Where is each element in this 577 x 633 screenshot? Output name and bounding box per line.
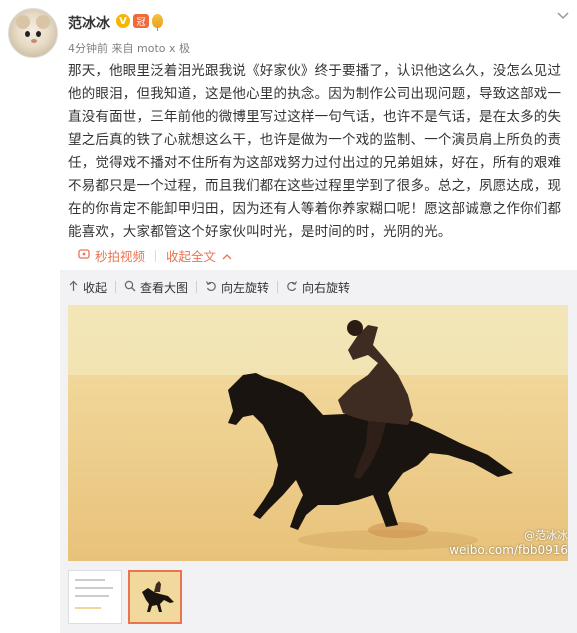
rotate-right-label: 向右旋转 — [302, 280, 351, 295]
rotate-right-icon — [286, 280, 298, 295]
horse-rider-image — [68, 305, 568, 561]
post-text-actions: 秒拍视频 收起全文 — [78, 246, 232, 265]
divider — [155, 249, 157, 262]
collapse-image-label: 收起 — [83, 280, 108, 295]
thumbnail-text-line — [75, 595, 109, 597]
avatar-ear — [36, 15, 50, 29]
arrow-up-icon — [68, 280, 79, 295]
post-text: 那天，他眼里泛着泪光跟我说《好家伙》终于要播了，认识他这么久，没怎么见过他的眼泪… — [68, 63, 562, 240]
rotate-left-label: 向左旋转 — [221, 280, 270, 295]
thumbnail-text-line — [75, 587, 113, 589]
video-link[interactable]: 秒拍视频 — [95, 246, 145, 265]
view-large-button[interactable]: 查看大图 — [116, 279, 196, 296]
post-menu-chevron-down-icon[interactable] — [557, 10, 569, 23]
post-meta: 4分钟前 来自 moto x 极 — [68, 40, 190, 56]
avatar-eye — [25, 31, 30, 37]
balloon-badge-icon[interactable] — [152, 14, 163, 31]
collapse-image-button[interactable]: 收起 — [60, 279, 115, 296]
thumbnail-2-selected[interactable] — [128, 570, 182, 624]
post-photo[interactable]: @范冰冰 weibo.com/fbb0916 — [68, 305, 568, 561]
collapse-text-link[interactable]: 收起全文 — [166, 246, 216, 265]
view-large-label: 查看大图 — [140, 280, 189, 295]
thumbnail-image-mini — [75, 607, 101, 609]
watermark-url: weibo.com/fbb0916 — [449, 543, 568, 557]
avatar-ear — [16, 15, 30, 29]
post-time-link[interactable]: 4分钟前 — [68, 42, 108, 55]
thumbnail-strip — [68, 570, 182, 624]
avatar-nose — [31, 39, 37, 43]
rotate-left-icon — [205, 280, 217, 295]
image-toolbar: 收起 查看大图 向左旋转 向右旋转 — [60, 276, 358, 298]
user-badges: V 冠 — [116, 14, 163, 31]
watermark-name: @范冰冰 — [524, 529, 568, 542]
username-link[interactable]: 范冰冰 — [68, 13, 110, 33]
photo-watermark: @范冰冰 weibo.com/fbb0916 — [449, 529, 568, 557]
thumbnail-1[interactable] — [68, 570, 122, 624]
rotate-right-button[interactable]: 向右旋转 — [278, 279, 358, 296]
search-icon — [124, 280, 136, 295]
weibo-post-card: 范冰冰 V 冠 4分钟前 来自 moto x 极 那天，他眼里泛着泪光跟我说《好… — [0, 0, 577, 633]
post-source: 来自 moto x 极 — [111, 42, 191, 55]
thumbnail-text-line — [75, 579, 105, 581]
crown-badge-icon[interactable]: 冠 — [133, 14, 149, 28]
video-icon — [78, 248, 90, 263]
avatar[interactable] — [8, 8, 58, 58]
chevron-up-icon[interactable] — [222, 248, 232, 263]
avatar-eye — [36, 31, 41, 37]
verified-badge-icon[interactable]: V — [116, 14, 130, 28]
thumbnail-horse-image — [130, 572, 180, 622]
rotate-left-button[interactable]: 向左旋转 — [197, 279, 277, 296]
